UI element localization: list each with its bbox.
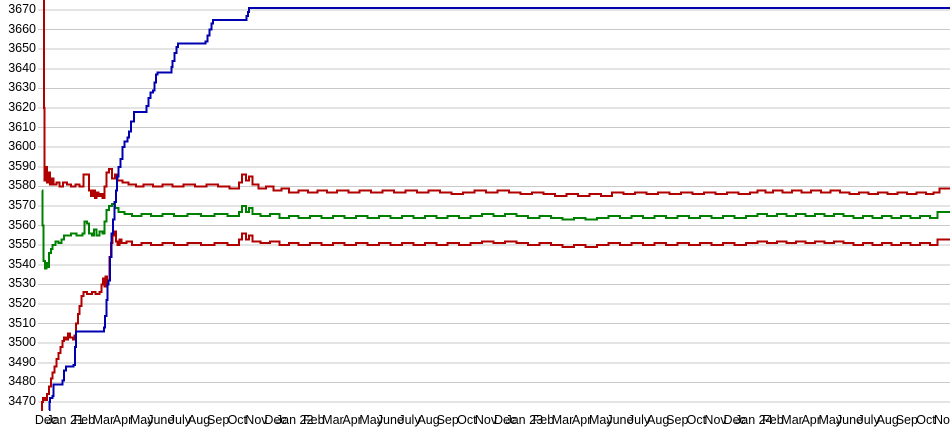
y-axis-label: 3540 [8,256,36,271]
time-series-chart: 3470 3480 3490 3500 3510 3520 3530 3540 3550 3560… [0,0,950,435]
x-axis-label: Oct [686,413,707,427]
x-axis-label: Mar [322,413,344,427]
y-axis-label: 3660 [8,21,36,36]
y-axis-label: 3610 [8,119,36,134]
plot-area [38,0,950,411]
x-axis-label: Sep [436,413,459,427]
y-axis-label: 3480 [8,374,36,389]
x-axis-label: Sep [207,413,230,427]
y-axis-label: 3650 [8,41,36,56]
x-axis-label: Oct [457,413,477,427]
y-axis-label: 3500 [8,335,36,350]
x-axis-label: Mar [551,413,574,427]
y-axis-label: 3530 [8,276,36,291]
y-axis-label: 3620 [8,100,36,114]
x-axis-label: Sep [895,413,918,427]
y-axis-label: 3510 [8,315,36,330]
y-axis-label: 3580 [8,178,36,193]
y-axis-label: 3560 [8,217,36,232]
x-axis-label: Nov [933,413,950,427]
y-axis-label: 3570 [8,198,36,212]
x-axis-label: Mar [92,413,115,427]
y-axis-label: 3630 [8,80,36,95]
x-axis-label: Mar [781,413,803,427]
y-axis-label: 3590 [8,158,36,173]
y-axis-label: 3470 [8,394,36,408]
lower-red-line [41,230,950,411]
y-axis-label: 3490 [8,354,36,369]
y-axis-label: 3520 [8,296,36,310]
x-axis-label: Sep [666,413,689,427]
y-axis-label: 3640 [8,60,36,75]
y-axis-label: 3550 [8,237,36,252]
blue-step-line [48,7,950,411]
y-axis-label: 3600 [8,139,36,154]
x-axis-label: Oct [916,413,936,427]
green-line [41,189,950,270]
y-axis-label: 3670 [8,2,36,16]
x-axis-label: Oct [227,413,248,427]
